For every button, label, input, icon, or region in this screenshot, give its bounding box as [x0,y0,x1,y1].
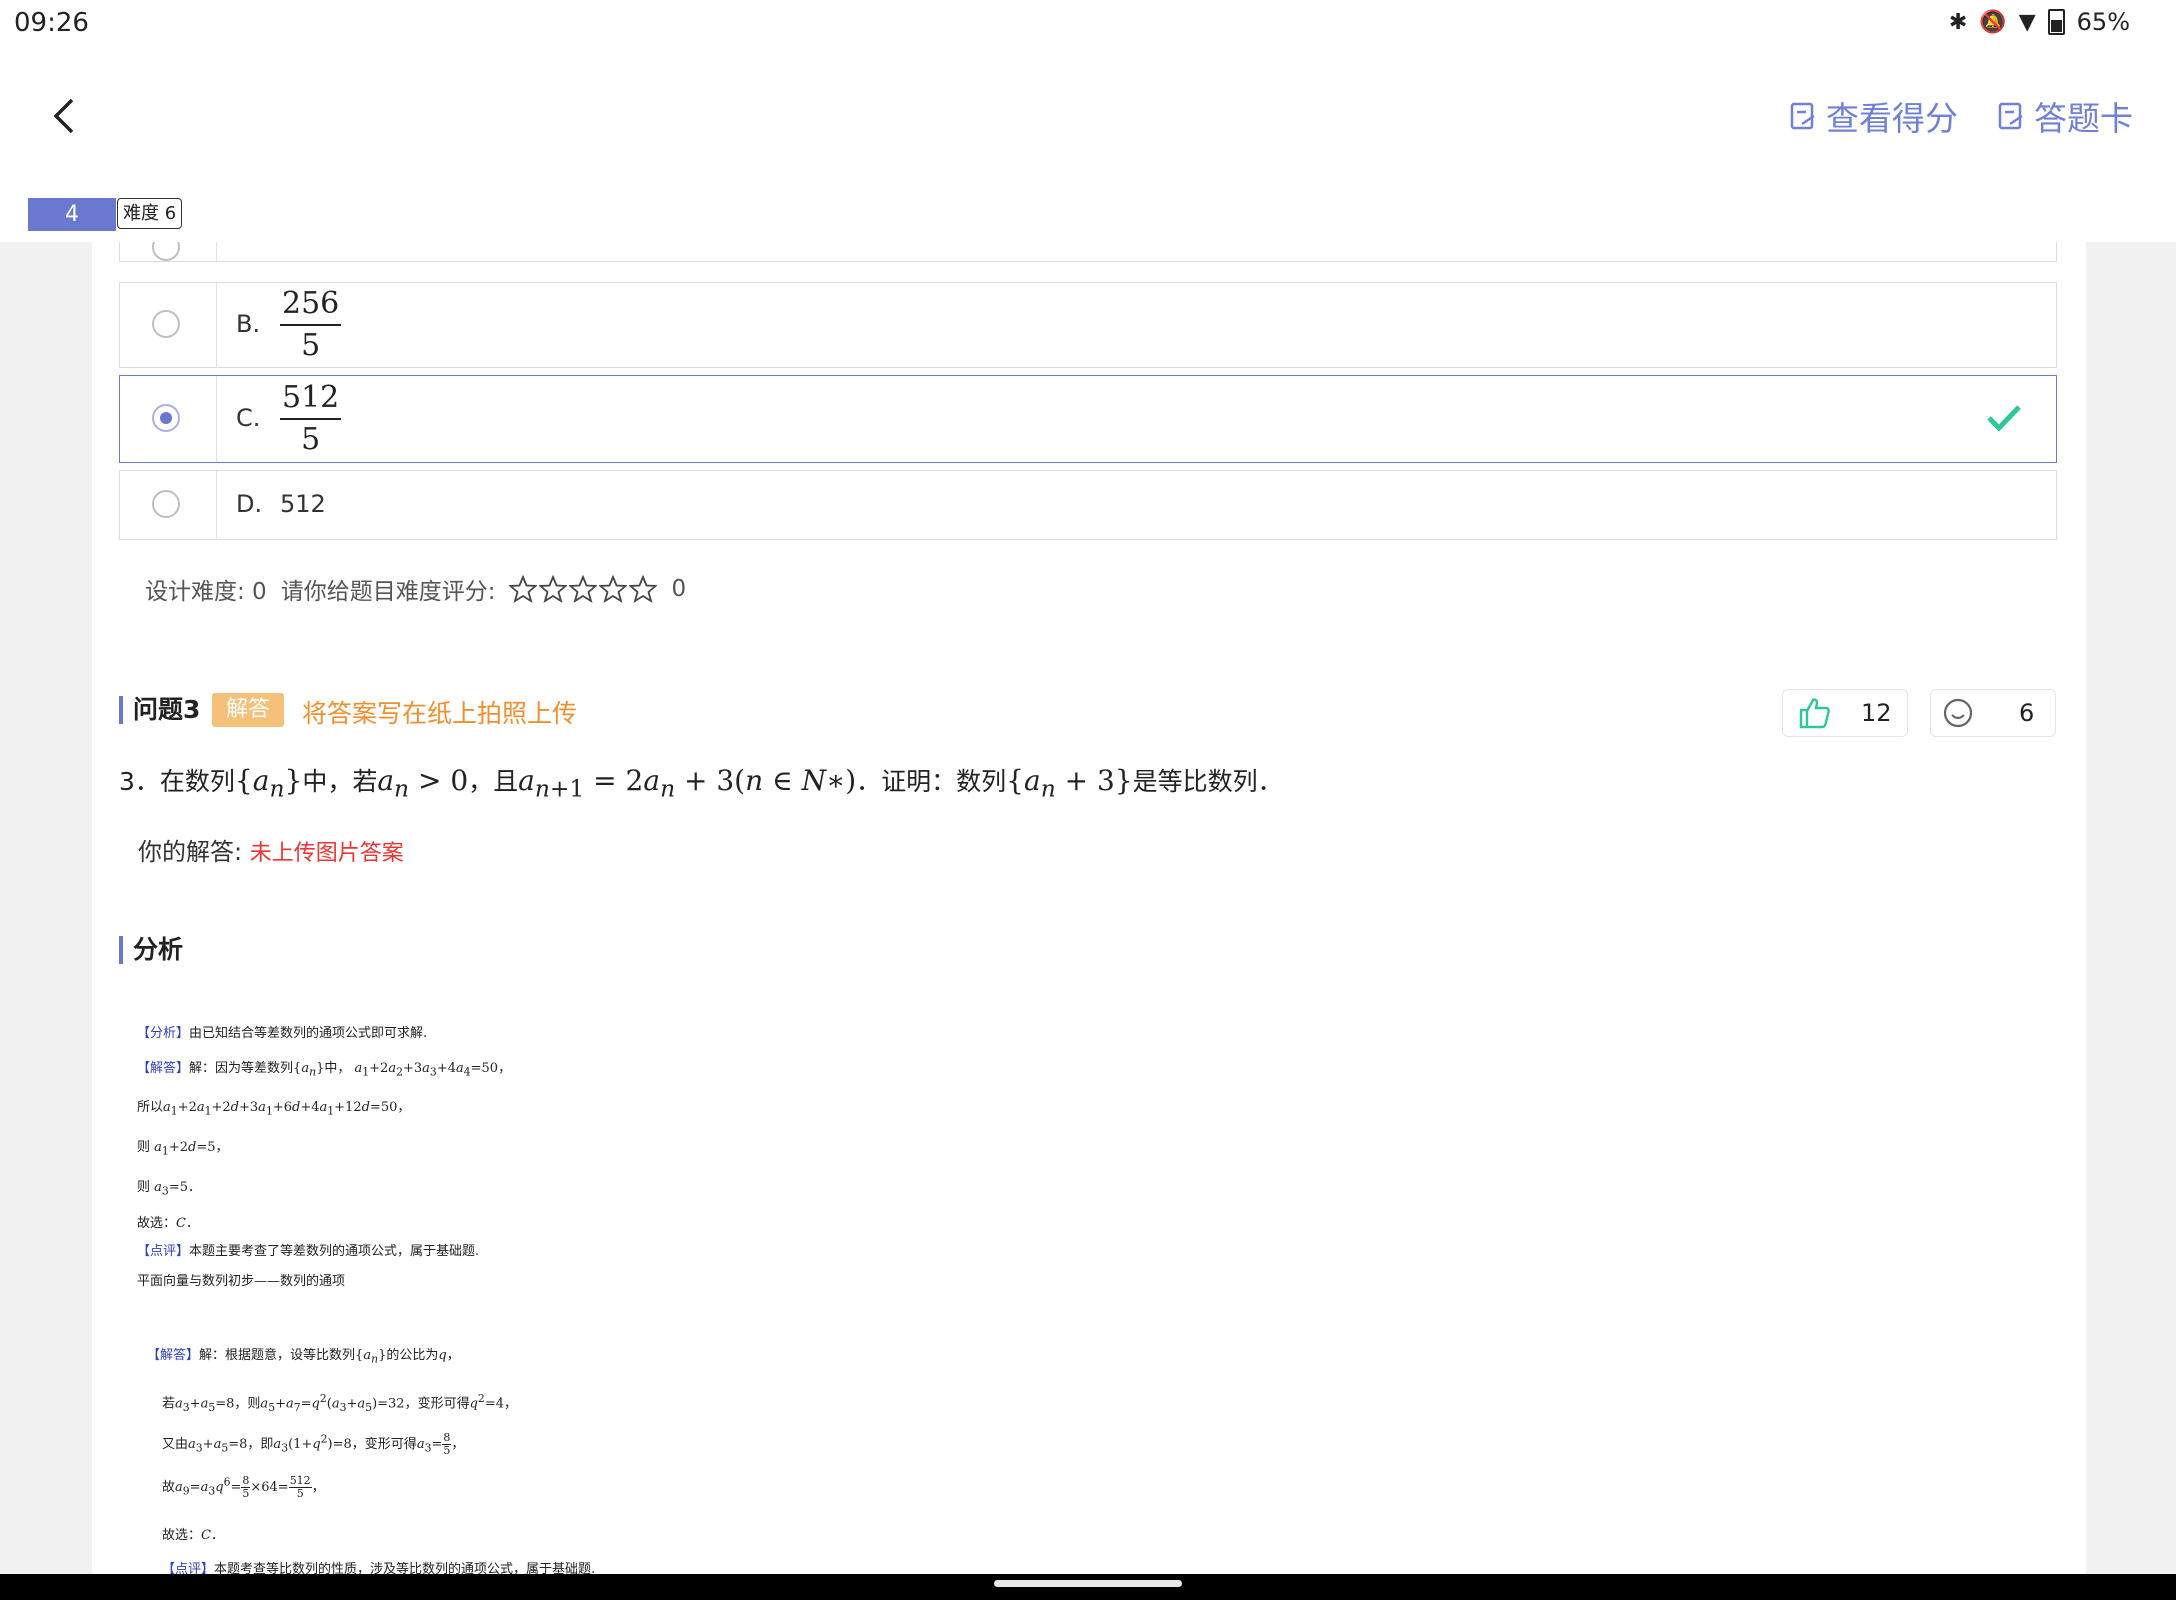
question-number-badge[interactable]: 4 [28,198,116,231]
bluetooth-icon: ✱ [1948,9,1968,35]
difficulty-rating: 设计难度: 0 请你给题目难度评分: 0 [145,572,686,606]
analysis-line: 则 a1+2d=5， [137,1140,229,1158]
analysis-line: 若a3+a5=8，则a5+a7=q2(a3+a5)=32，变形可得q2=4， [162,1392,517,1414]
option-b-radio[interactable] [152,310,180,338]
analysis-line: 故a9=a3q6= 8 5×64= 512 5， [162,1474,325,1500]
rating-prompt: 请你给题目难度评分: [280,579,496,605]
upload-hint: 将答案写在纸上拍照上传 [302,699,578,728]
formula-recurrence: an+1 = 2an + 3(n ∈ N∗) [518,764,857,803]
battery-icon [2047,9,2065,35]
home-gesture-handle[interactable] [994,1580,1182,1587]
analysis-line: 则 a3=5． [137,1180,201,1198]
option-d-radio[interactable] [152,490,180,518]
analysis-line: 所以a1+2a1+2d+3a1+6d+4a1+12d=50， [137,1100,411,1118]
rating-score: 0 [671,576,687,602]
answer-card-label: 答题卡 [2034,99,2133,138]
option-c-letter: C. [236,404,261,432]
analysis-title: 分析 [119,936,183,964]
option-b[interactable]: B. 256 5 [119,282,2057,368]
document-edit-icon [1998,102,2023,130]
view-score-button[interactable]: 查看得分 [1790,92,1958,140]
analysis-line: 【分析】由已知结合等差数列的通项公式即可求解. [137,1026,428,1041]
wifi-icon: ▼ [2018,9,2036,35]
option-c[interactable]: C. 512 5 [119,375,2057,463]
no-upload-text: 未上传图片答案 [249,841,404,866]
question-content: B. 256 5 C. 512 5 D. 512 设计难度: 0 请你给题目难度… [92,242,2086,1574]
view-score-label: 查看得分 [1826,99,1958,138]
option-a[interactable] [119,242,2057,262]
question3-title: 问题3 [119,696,200,724]
thumbs-up-icon [1799,698,1830,729]
answer-card-button[interactable]: 答题卡 [1998,92,2133,140]
star-icon[interactable] [509,575,538,603]
star-icon[interactable] [629,575,658,603]
option-a-radio[interactable] [152,242,180,261]
option-c-radio-selected[interactable] [152,404,180,432]
option-d-letter: D. [236,490,263,518]
star-rating[interactable] [509,575,658,603]
status-icons: ✱ 🔕 ▼ 65% [1949,8,2130,36]
document-edit-icon [1790,102,1815,130]
formula-sequence-plus-3: {an + 3} [1006,764,1133,803]
analysis-line: 【点评】本题主要考查了等差数列的通项公式，属于基础题. [137,1244,480,1259]
formula-sequence: {an} [234,764,303,803]
face-reaction-button[interactable]: 6 [1930,689,2056,737]
back-arrow-icon[interactable] [50,96,80,136]
analysis-line: 【点评】本题考查等比数列的性质，涉及等比数列的通项公式，属于基础题. [162,1562,596,1574]
your-answer: 你的解答: 未上传图片答案 [138,838,404,866]
analysis-line: 又由a3+a5=8，即a3(1+q2)=8，变形可得a3= 8 5， [162,1431,465,1457]
question3-statement: 3．在数列{an}中，若an > 0，且an+1 = 2an + 3(n ∈ N… [119,764,1283,803]
option-c-fraction: 512 5 [280,380,342,457]
option-d[interactable]: D. 512 [119,470,2057,540]
top-header: 查看得分 答题卡 4 难度 6 [0,46,2176,242]
design-difficulty: 设计难度: 0 [145,579,267,605]
mute-bell-icon: 🔕 [1979,9,2007,35]
star-icon[interactable] [569,575,598,603]
like-button[interactable]: 12 [1782,689,1908,737]
analysis-line: 【解答】解：根据题意，设等比数列{an}的公比为q， [147,1348,460,1366]
difficulty-badge: 难度 6 [117,198,183,229]
star-icon[interactable] [539,575,568,603]
status-bar: 09:26 ✱ 🔕 ▼ 65% [0,0,2176,46]
formula-condition: an > 0 [377,764,469,803]
system-nav-bar [0,1574,2176,1600]
analysis-line: 【解答】解：因为等差数列{an}中， a1+2a2+3a3+4a4=50， [137,1061,512,1079]
status-time: 09:26 [14,8,89,38]
analysis-line: 故选：C． [162,1528,224,1543]
like-count: 12 [1861,699,1892,727]
battery-level: 65% [2076,8,2130,36]
option-d-value: 512 [280,490,326,518]
analysis-line: 平面向量与数列初步——数列的通项 [137,1274,346,1289]
correct-check-icon [1987,405,2021,432]
answer-type-tag: 解答 [212,693,285,727]
smile-face-icon [1943,698,1973,728]
star-icon[interactable] [599,575,628,603]
option-b-fraction: 256 5 [280,286,342,363]
analysis-line: 故选：C． [137,1216,199,1231]
option-b-letter: B. [236,310,261,338]
face-count: 6 [2019,699,2035,727]
